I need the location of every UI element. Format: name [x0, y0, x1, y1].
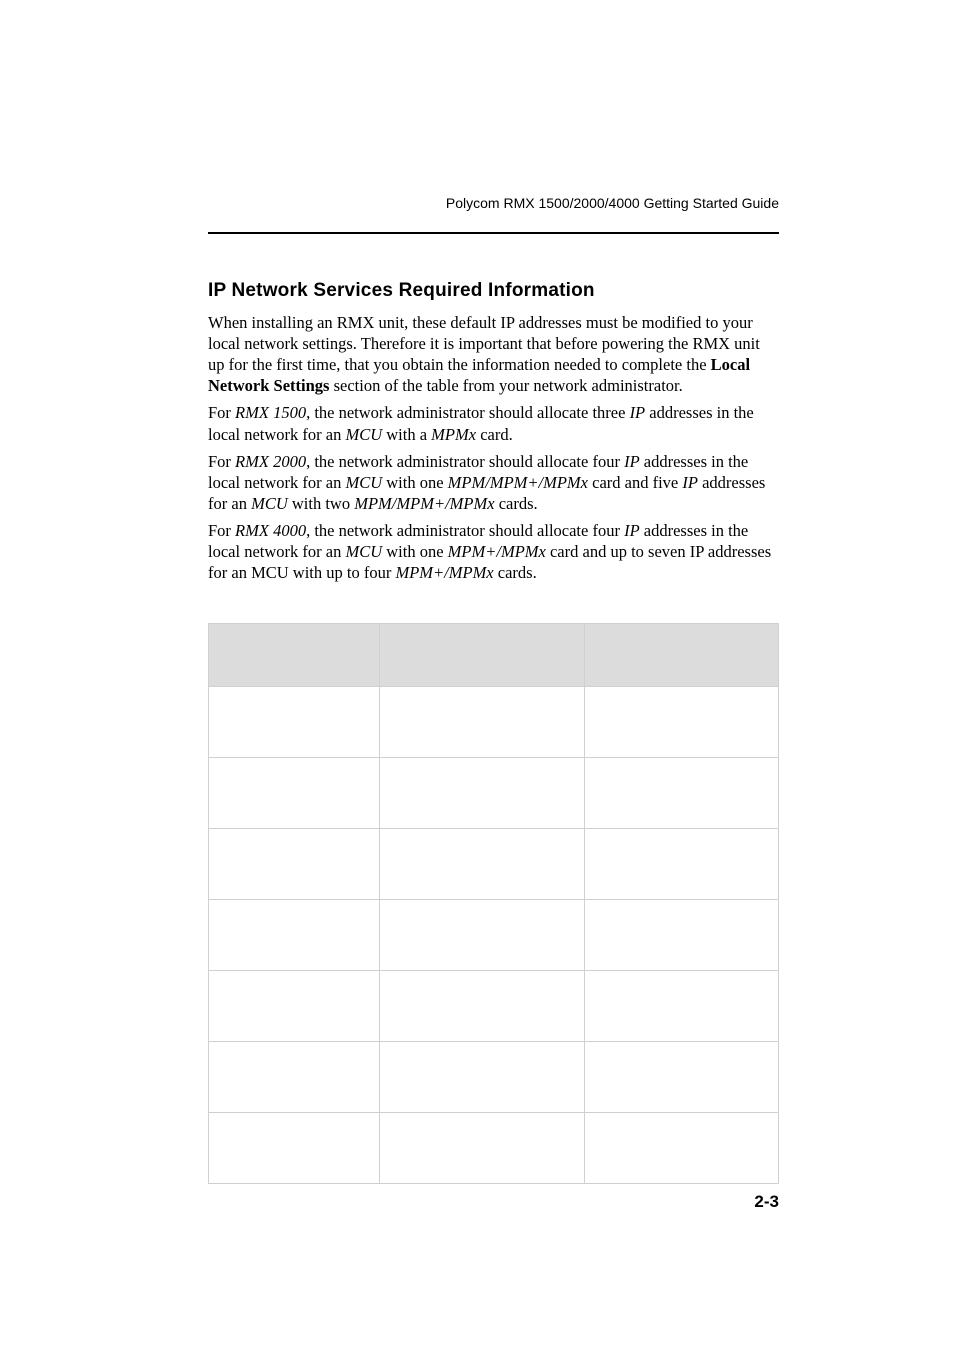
- table-header-cell: [209, 624, 380, 687]
- page: Polycom RMX 1500/2000/4000 Getting Start…: [0, 0, 954, 1350]
- table-cell: [585, 687, 779, 758]
- p3-m: with two: [288, 494, 354, 513]
- p2-i: card.: [476, 425, 513, 444]
- body-text: When installing an RMX unit, these defau…: [208, 312, 779, 583]
- table-row: [209, 829, 779, 900]
- table-cell: [380, 900, 585, 971]
- table-row: [209, 758, 779, 829]
- paragraph-2: For RMX 1500, the network administrator …: [208, 402, 779, 444]
- table-cell: [209, 971, 380, 1042]
- p4-g: with one: [382, 542, 448, 561]
- table-row: [209, 1042, 779, 1113]
- table-header-cell: [380, 624, 585, 687]
- table-cell: [585, 1042, 779, 1113]
- table-cell: [585, 900, 779, 971]
- table-cell: [209, 687, 380, 758]
- p2-d: IP: [630, 403, 646, 422]
- table-cell: [585, 829, 779, 900]
- table-cell: [209, 829, 380, 900]
- content-block: IP Network Services Required Information…: [208, 280, 779, 1184]
- p2-a: For: [208, 403, 235, 422]
- p4-f: MCU: [345, 542, 382, 561]
- table-cell: [209, 900, 380, 971]
- section-heading: IP Network Services Required Information: [208, 280, 779, 302]
- p3-o: cards.: [495, 494, 538, 513]
- p1-text-a: When installing an RMX unit, these defau…: [208, 313, 760, 374]
- table-cell: [585, 1113, 779, 1184]
- p3-d: IP: [624, 452, 640, 471]
- p3-n: MPM/MPM+/MPMx: [354, 494, 494, 513]
- table-row: [209, 900, 779, 971]
- page-number: 2-3: [754, 1192, 779, 1212]
- p2-f: MCU: [345, 425, 382, 444]
- paragraph-4: For RMX 4000, the network administrator …: [208, 520, 779, 583]
- p2-c: , the network administrator should alloc…: [306, 403, 629, 422]
- p4-d: IP: [624, 521, 640, 540]
- p3-c: , the network administrator should alloc…: [306, 452, 624, 471]
- p4-a: For: [208, 521, 235, 540]
- table-header-cell: [585, 624, 779, 687]
- table-header-row: [209, 624, 779, 687]
- p2-h: MPMx: [431, 425, 476, 444]
- p3-i: card and five: [588, 473, 682, 492]
- table-cell: [380, 971, 585, 1042]
- p3-b: RMX 2000: [235, 452, 306, 471]
- table-cell: [209, 758, 380, 829]
- p3-l: MCU: [251, 494, 288, 513]
- p4-b: RMX 4000: [235, 521, 306, 540]
- table-cell: [209, 1113, 380, 1184]
- table-cell: [209, 1042, 380, 1113]
- p3-h: MPM/MPM+/MPMx: [448, 473, 588, 492]
- table-cell: [380, 1042, 585, 1113]
- p4-k: cards.: [494, 563, 537, 582]
- p2-b: RMX 1500: [235, 403, 306, 422]
- p3-f: MCU: [345, 473, 382, 492]
- local-network-settings-table-wrap: [208, 623, 779, 1184]
- table-cell: [585, 971, 779, 1042]
- table-cell: [380, 829, 585, 900]
- p3-g: with one: [382, 473, 448, 492]
- running-header: Polycom RMX 1500/2000/4000 Getting Start…: [446, 195, 779, 211]
- p3-a: For: [208, 452, 235, 471]
- table-cell: [380, 1113, 585, 1184]
- p1-text-c: section of the table from your network a…: [329, 376, 682, 395]
- table-cell: [380, 758, 585, 829]
- p4-j: MPM+/MPMx: [395, 563, 493, 582]
- local-network-settings-table: [208, 623, 779, 1184]
- p4-c: , the network administrator should alloc…: [306, 521, 624, 540]
- table-row: [209, 1113, 779, 1184]
- table-row: [209, 687, 779, 758]
- paragraph-3: For RMX 2000, the network administrator …: [208, 451, 779, 514]
- p4-h: MPM+/MPMx: [448, 542, 546, 561]
- header-rule: [208, 232, 779, 234]
- table-cell: [380, 687, 585, 758]
- table-cell: [585, 758, 779, 829]
- paragraph-1: When installing an RMX unit, these defau…: [208, 312, 779, 396]
- p3-j: IP: [682, 473, 698, 492]
- table-row: [209, 971, 779, 1042]
- p2-g: with a: [382, 425, 431, 444]
